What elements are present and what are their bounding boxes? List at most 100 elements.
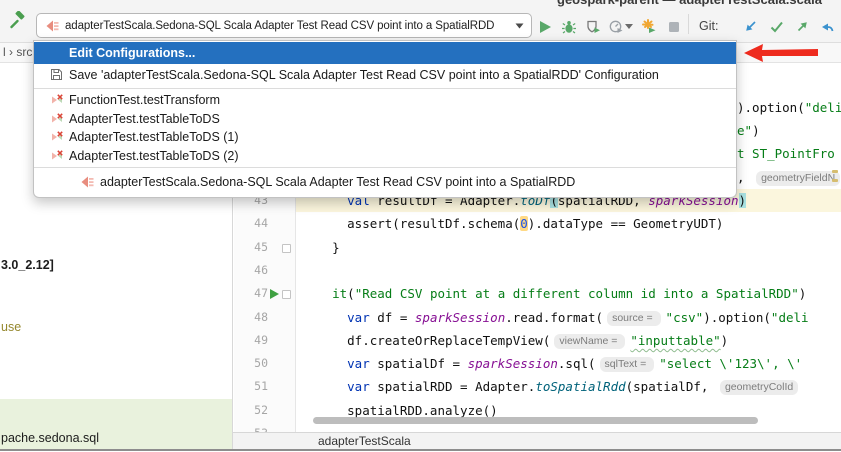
build-hammer-icon[interactable]: [8, 11, 27, 30]
code-line: , geometryFieldN: [737, 166, 841, 189]
profiler-button[interactable]: [606, 17, 625, 36]
code-token: df.createOrReplaceTempView(: [302, 333, 550, 348]
menu-item[interactable]: Save 'adapterTestScala.Sedona-SQL Scala …: [34, 64, 736, 86]
line-number: 51: [234, 375, 268, 398]
run-configuration-selector[interactable]: adapterTestScala.Sedona-SQL Scala Adapte…: [36, 13, 532, 38]
code-token: viewName =: [554, 334, 625, 349]
horizontal-scrollbar[interactable]: [313, 417, 758, 424]
menu-item[interactable]: AdapterTest.testTableToDS (2): [34, 147, 736, 166]
code-token: "Read CSV point at a different column id…: [355, 286, 799, 301]
code-token: 0: [520, 216, 528, 231]
code-token: it: [332, 286, 347, 301]
menu-item-label: adapterTestScala.Sedona-SQL Scala Adapte…: [100, 175, 575, 189]
code-token: .sql(: [558, 356, 596, 371]
code-token: assert(resultDf.schema(: [302, 216, 520, 231]
fold-marker[interactable]: [282, 244, 291, 253]
editor-breadcrumb[interactable]: adapterTestScala: [318, 434, 411, 448]
line-number: 49: [234, 329, 268, 352]
error-stripe-mark[interactable]: [832, 170, 838, 173]
test-failed-icon: [49, 92, 65, 108]
fold-marker[interactable]: [282, 290, 291, 299]
code-token: [302, 286, 332, 301]
code-token: [302, 379, 347, 394]
chevron-down-icon: [515, 23, 524, 29]
save-icon: [49, 67, 65, 83]
code-token: source =: [607, 311, 660, 326]
line-number: 46: [234, 259, 268, 282]
run-with-coverage-button[interactable]: [583, 17, 602, 36]
test-failed-icon: [49, 129, 65, 145]
line-number: 48: [234, 306, 268, 329]
window-bottom-edge: [0, 449, 841, 451]
code-token: sqlText =: [600, 357, 655, 372]
menu-item[interactable]: AdapterTest.testTableToDS (1): [34, 128, 736, 147]
git-commit-button[interactable]: [767, 17, 786, 36]
run-test-gutter-icon[interactable]: [270, 282, 280, 305]
code-token: var: [347, 356, 377, 371]
code-line: var df = sparkSession.read.format(source…: [296, 306, 841, 329]
code-token: df =: [377, 310, 415, 325]
code-token: .read.format(: [505, 310, 603, 325]
line-number: 44: [234, 212, 268, 235]
code-line: assert(resultDf.schema(0).dataType == Ge…: [296, 212, 841, 235]
debug-button[interactable]: [559, 17, 578, 36]
menu-item-label: Edit Configurations...: [69, 46, 195, 60]
code-line: }: [296, 236, 841, 259]
line-number: 47: [234, 282, 268, 305]
code-token: ,: [737, 170, 752, 185]
code-token: var: [347, 310, 377, 325]
code-token: e": [737, 123, 752, 138]
project-tree-item[interactable]: use: [1, 320, 21, 334]
code-token: "select \'123\', \': [659, 356, 802, 371]
menu-separator: [34, 167, 736, 168]
code-line: var spatialDf = sparkSession.sql(sqlText…: [296, 352, 841, 375]
code-token: spatialRDD.analyze(): [302, 403, 498, 418]
code-line: it("Read CSV point at a different column…: [296, 282, 841, 305]
scalatest-icon: [79, 174, 95, 190]
code-token: ).option(: [703, 310, 771, 325]
code-token: "deli: [805, 100, 841, 115]
menu-item-label: FunctionTest.testTransform: [69, 93, 220, 107]
line-number: 52: [234, 399, 268, 422]
profiler-dropdown-caret-icon[interactable]: [624, 17, 634, 36]
project-tree-item[interactable]: 3.0_2.12]: [1, 258, 54, 272]
scalatest-icon: [44, 18, 60, 34]
code-token: sparkSession: [468, 356, 558, 371]
code-token: spatialRDD = Adapter.: [377, 379, 535, 394]
code-token: var: [347, 379, 377, 394]
run-configuration-value: adapterTestScala.Sedona-SQL Scala Adapte…: [65, 20, 510, 32]
code-token: geometryFieldN: [756, 171, 840, 186]
menu-item-label: AdapterTest.testTableToDS (2): [69, 149, 239, 163]
code-line: [296, 259, 841, 282]
code-token: t ST_PointFro: [737, 146, 835, 161]
menu-item[interactable]: AdapterTest.testTableToDS: [34, 110, 736, 129]
menu-item-label: Save 'adapterTestScala.Sedona-SQL Scala …: [69, 68, 659, 82]
stop-button: [664, 17, 683, 36]
code-token: ): [752, 123, 760, 138]
ide-window: geospark-parent — adapterTestScala.scala…: [0, 0, 841, 452]
code-token: "deli: [771, 310, 809, 325]
code-token: "csv": [666, 310, 704, 325]
git-label: Git:: [699, 19, 718, 33]
test-failed-icon: [49, 148, 65, 164]
code-line: e"): [737, 119, 760, 142]
git-update-project-button[interactable]: [741, 17, 760, 36]
git-rollback-button[interactable]: [818, 17, 837, 36]
code-token: "inputtable": [630, 333, 720, 348]
run-button[interactable]: [536, 17, 555, 36]
line-number: 53: [234, 422, 268, 432]
editor-breadcrumb-bar: adapterTestScala: [233, 432, 841, 449]
menu-item[interactable]: FunctionTest.testTransform: [34, 91, 736, 110]
error-stripe-mark[interactable]: [832, 179, 838, 182]
run-with-profiler-button[interactable]: [639, 17, 658, 36]
code-token: [302, 310, 347, 325]
run-configurations-menu: Edit Configurations... Save 'adapterTestS…: [33, 40, 737, 198]
project-tree-item[interactable]: pache.sedona.sql: [1, 431, 99, 445]
menu-item[interactable]: Edit Configurations...: [34, 42, 736, 64]
menu-item-label: AdapterTest.testTableToDS (1): [69, 130, 239, 144]
menu-item[interactable]: adapterTestScala.Sedona-SQL Scala Adapte…: [34, 170, 736, 194]
git-push-button[interactable]: [793, 17, 812, 36]
toolbar-separator: [688, 14, 689, 34]
test-failed-icon: [49, 111, 65, 127]
code-line: df.createOrReplaceTempView( viewName = "i…: [296, 329, 841, 352]
